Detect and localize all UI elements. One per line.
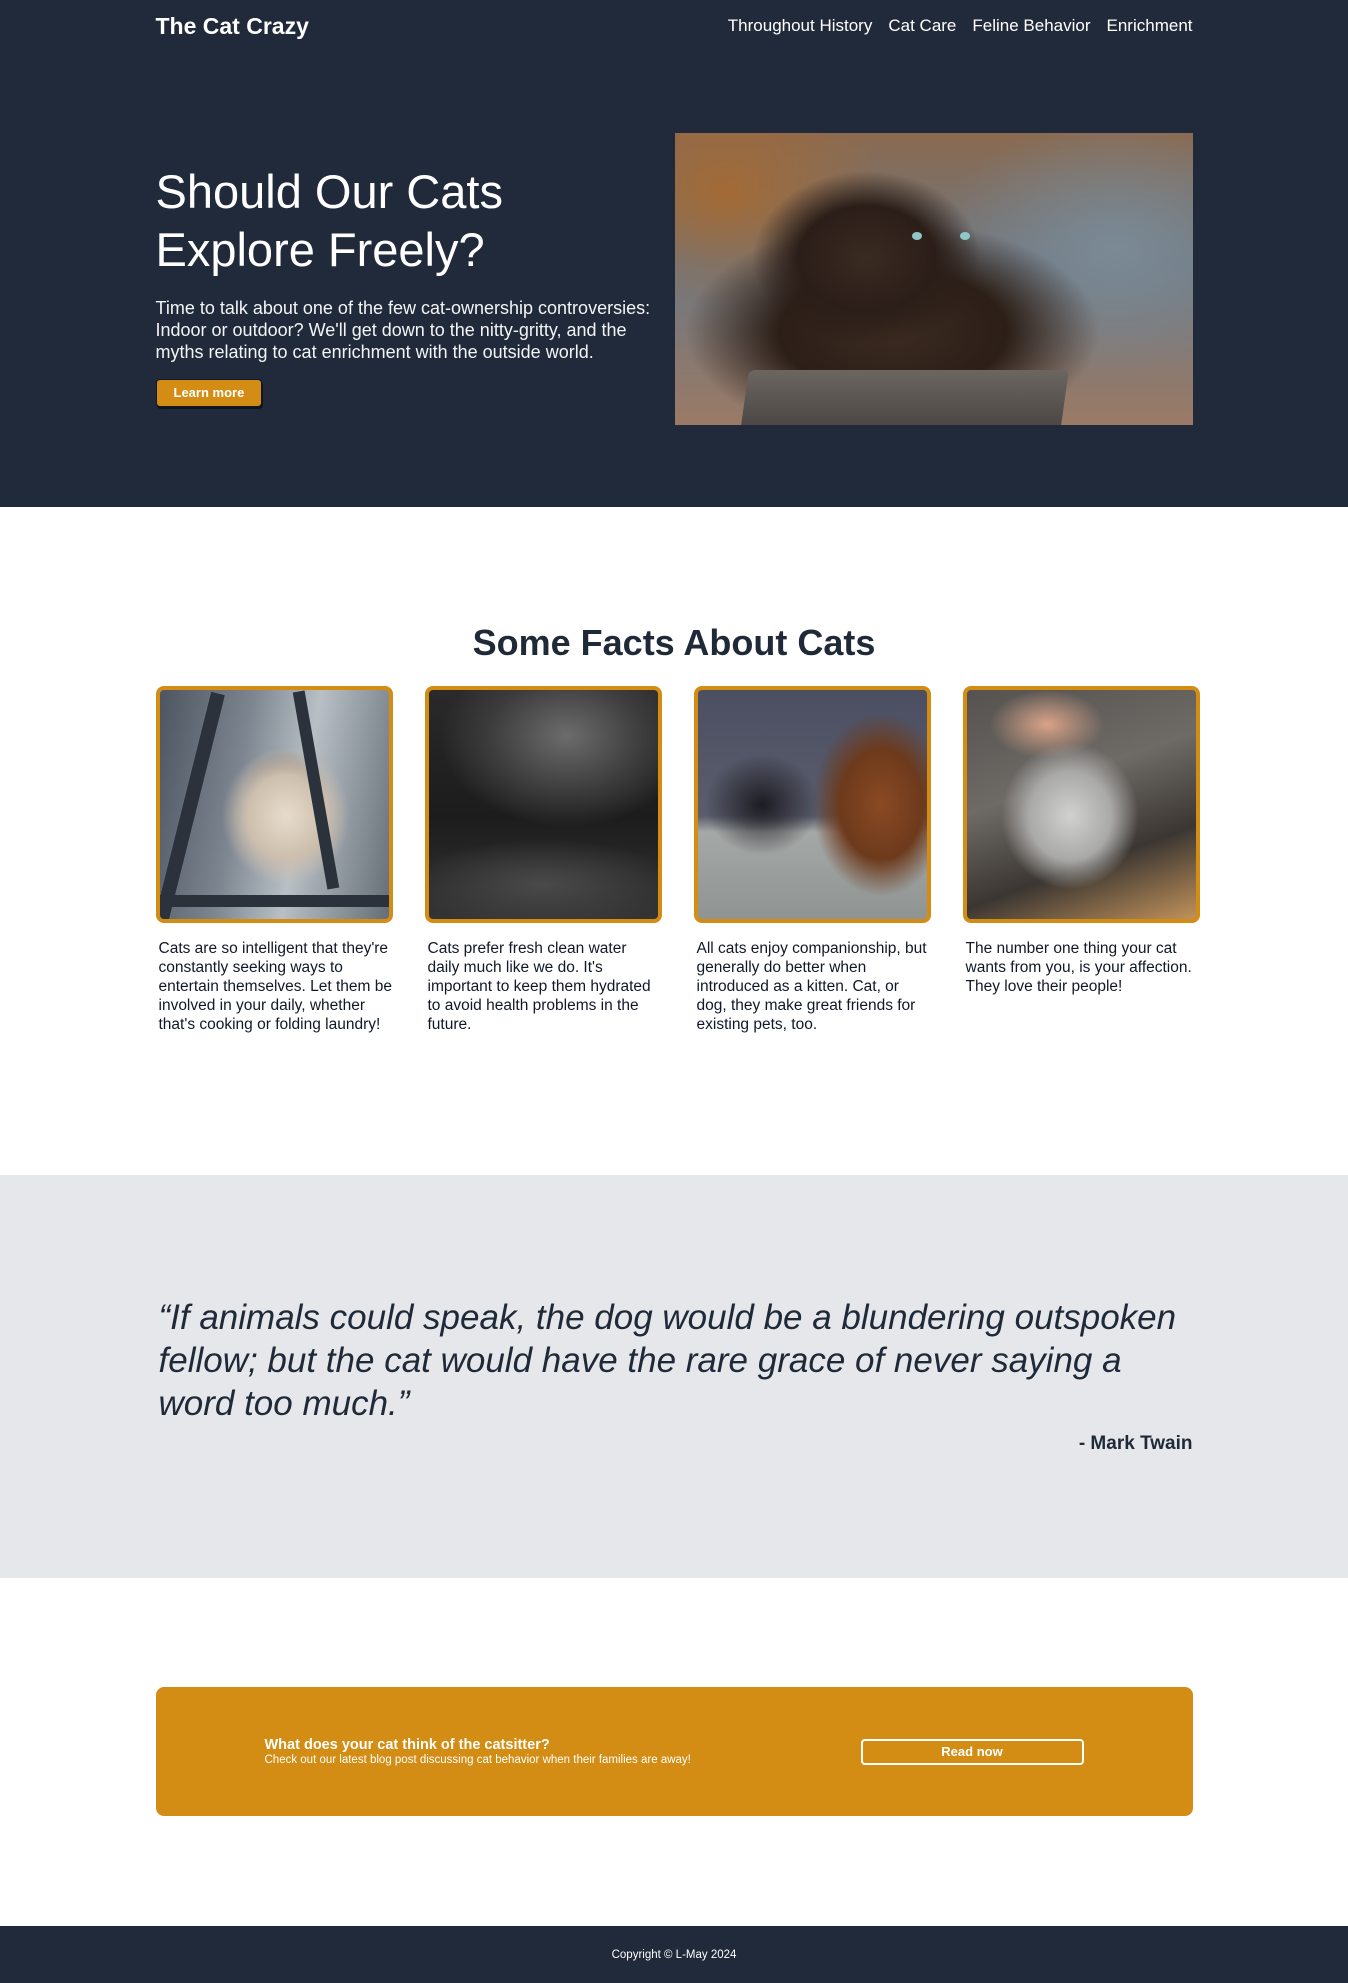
cat-eye [959, 232, 970, 240]
hero-text: Should Our Cats Explore Freely? Time to … [155, 133, 671, 425]
stone-ledge [740, 370, 1069, 425]
quote-author: - Mark Twain [1078, 1433, 1193, 1454]
fact-card: The number one thing your cat wants from… [962, 686, 1200, 1034]
top-navbar: The Cat Crazy Throughout History Cat Car… [156, 0, 1193, 52]
cta-subtitle: Check out our latest blog post discussin… [264, 1754, 691, 1766]
nav-link-throughout-history[interactable]: Throughout History [728, 16, 873, 36]
site-brand-link[interactable]: The Cat Crazy [156, 13, 309, 40]
quote-section: “If animals could speak, the dog would b… [0, 1175, 1348, 1578]
fact-card-text: Cats are so intelligent that they're con… [158, 940, 393, 1033]
main-nav: Throughout History Cat Care Feline Behav… [728, 16, 1193, 36]
facts-title: Some Facts About Cats [472, 622, 876, 663]
chair-rail [159, 895, 389, 907]
chair-leg [292, 690, 339, 890]
cat-eye [911, 232, 922, 240]
site-footer: Copyright © L-May 2024 [0, 1926, 1348, 1983]
fact-card: Cats are so intelligent that they're con… [155, 686, 393, 1034]
fact-card: Cats prefer fresh clean water daily much… [424, 686, 662, 1034]
cta-banner: What does your cat think of the catsitte… [155, 1687, 1193, 1816]
facts-section: Some Facts About Cats Cats are so intell… [0, 507, 1348, 1175]
hero-lead: Time to talk about one of the few cat-ow… [155, 298, 651, 362]
fact-card-text: Cats prefer fresh clean water daily much… [427, 940, 651, 1033]
read-now-button[interactable]: Read now [860, 1738, 1084, 1765]
chair-leg [159, 691, 225, 919]
ragdoll-cat-image [155, 686, 393, 923]
fact-card: All cats enjoy companionship, but genera… [693, 686, 931, 1034]
cta-section: What does your cat think of the catsitte… [0, 1578, 1348, 1926]
cat-petted-image [962, 686, 1200, 923]
hero-section: The Cat Crazy Throughout History Cat Car… [0, 0, 1348, 507]
cta-text: What does your cat think of the catsitte… [265, 1737, 691, 1766]
fact-card-text: The number one thing your cat wants from… [965, 940, 1192, 995]
cat-drinking-image [424, 686, 662, 923]
fact-cards: Cats are so intelligent that they're con… [155, 686, 1200, 1034]
cat-and-dog-image [693, 686, 931, 923]
copyright-text: Copyright © L-May 2024 [611, 1948, 737, 1961]
nav-link-feline-behavior[interactable]: Feline Behavior [972, 16, 1090, 36]
nav-link-cat-care[interactable]: Cat Care [888, 16, 956, 36]
fact-card-text: All cats enjoy companionship, but genera… [696, 940, 927, 1033]
nav-link-enrichment[interactable]: Enrichment [1107, 16, 1193, 36]
quote-text: “If animals could speak, the dog would b… [158, 1298, 1177, 1423]
cta-title: What does your cat think of the catsitte… [264, 1737, 550, 1753]
hero-cat-image [674, 133, 1193, 425]
learn-more-button[interactable]: Learn more [155, 379, 263, 407]
hero-title: Should Our Cats Explore Freely? [155, 165, 503, 276]
